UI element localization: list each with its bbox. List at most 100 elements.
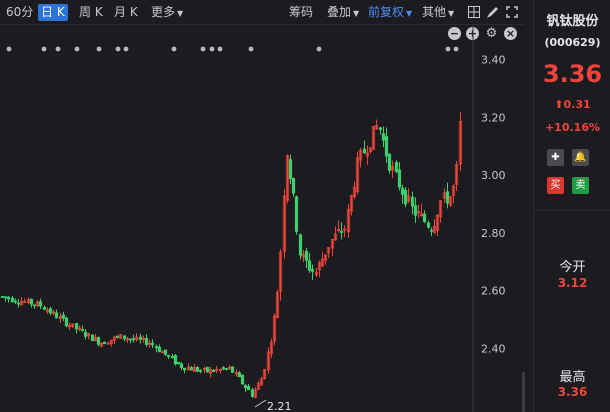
candle-down xyxy=(410,196,415,207)
candle-down xyxy=(102,341,107,345)
candle-down xyxy=(237,372,242,378)
candle-down xyxy=(339,230,344,233)
event-dot xyxy=(123,46,129,52)
other-menu[interactable]: 其他 ▼ xyxy=(419,4,457,21)
event-dot xyxy=(217,46,223,52)
candle-down xyxy=(150,342,155,346)
overlay-menu[interactable]: 叠加 ▼ xyxy=(324,4,362,21)
candle-down xyxy=(64,317,69,327)
other-label: 其他 xyxy=(422,5,447,19)
period-60min-tab[interactable]: 60分 xyxy=(3,4,36,21)
candle-down xyxy=(32,304,37,307)
stock-name: 钒钛股份 xyxy=(546,14,599,29)
candle-down xyxy=(426,222,431,228)
chevron-down-icon: ▼ xyxy=(353,9,360,18)
last-price: 3.36 xyxy=(542,60,603,88)
event-dot xyxy=(316,46,322,52)
candle-down xyxy=(170,356,175,358)
stock-code: (000629) xyxy=(544,36,601,49)
y-tick-label: 2.80 xyxy=(481,227,506,240)
candle-down xyxy=(198,369,203,372)
more-label: 更多 xyxy=(151,5,176,19)
chevron-down-icon: ▼ xyxy=(448,9,455,18)
candle-down xyxy=(13,300,18,303)
candle-down xyxy=(54,312,59,319)
candle-down xyxy=(138,336,143,340)
event-dot xyxy=(6,46,12,52)
candle-down xyxy=(403,189,408,205)
candle-down xyxy=(246,385,251,391)
overlay-label: 叠加 xyxy=(327,5,352,19)
period-month-tab[interactable]: 月 K xyxy=(111,4,141,21)
candle-down xyxy=(16,302,21,305)
candle-down xyxy=(179,363,184,369)
candle-down xyxy=(176,361,181,365)
candle-down xyxy=(413,205,418,216)
candle-down xyxy=(288,159,293,180)
candle-down xyxy=(182,367,187,371)
fullscreen-icon[interactable] xyxy=(504,4,520,20)
event-dot xyxy=(115,46,121,52)
candle-down xyxy=(144,338,149,346)
quote-sidebar: 钒钛股份 (000629) 3.36 ⬆0.31 +10.16% ✚ 🔔 买 卖… xyxy=(533,0,610,412)
candle-down xyxy=(3,296,8,299)
more-periods-menu[interactable]: 更多 ▼ xyxy=(148,4,186,21)
chart-scrollbar xyxy=(522,372,525,412)
quote-card: 钒钛股份 (000629) 3.36 ⬆0.31 +10.16% ✚ 🔔 买 卖 xyxy=(534,0,610,211)
high-label: 最高 xyxy=(559,370,586,385)
candle-down xyxy=(0,296,5,298)
candle-down xyxy=(80,329,85,331)
candle-down xyxy=(74,323,79,330)
candle-down xyxy=(384,136,389,157)
candle-down xyxy=(189,367,194,371)
candle-down xyxy=(230,366,235,373)
candle-down xyxy=(157,346,162,353)
price-change: ⬆0.31 xyxy=(534,98,610,111)
period-day-tab[interactable]: 日 K xyxy=(38,4,68,21)
event-dot xyxy=(74,46,80,52)
candle-down xyxy=(90,334,95,342)
candle-down xyxy=(131,338,136,341)
chips-button[interactable]: 筹码 xyxy=(286,4,316,21)
candle-down xyxy=(362,148,367,154)
candle-down xyxy=(378,127,383,130)
buy-button[interactable]: 买 xyxy=(547,177,564,194)
candle-down xyxy=(122,335,127,340)
candlestick-chart[interactable]: 3.40 3.20 3.00 2.80 2.60 2.40 2.21 xyxy=(0,25,525,412)
candle-down xyxy=(304,250,309,261)
event-dot xyxy=(55,46,61,52)
candle-down xyxy=(42,307,47,310)
sell-button[interactable]: 卖 xyxy=(572,177,589,194)
candle-down xyxy=(291,178,296,194)
candle-down xyxy=(173,355,178,365)
candle-down xyxy=(195,367,200,372)
add-watchlist-icon[interactable]: ✚ xyxy=(547,149,564,166)
candle-down xyxy=(29,298,34,305)
price-change-percent: +10.16% xyxy=(544,121,601,134)
event-dot xyxy=(445,46,451,52)
draw-pen-icon[interactable] xyxy=(484,4,500,20)
candle-down xyxy=(211,370,216,372)
chevron-down-icon: ▼ xyxy=(406,9,413,18)
candle-down xyxy=(115,335,120,338)
candle-down xyxy=(243,385,248,388)
candle-down xyxy=(205,366,210,373)
candle-down xyxy=(394,162,399,172)
candle-down xyxy=(397,169,402,188)
grid-icon[interactable] xyxy=(466,4,482,20)
alert-bell-icon[interactable]: 🔔 xyxy=(572,149,589,166)
candle-down xyxy=(387,153,392,171)
adjust-label: 前复权 xyxy=(368,5,405,19)
candle-down xyxy=(10,297,15,303)
open-label: 今开 xyxy=(559,260,586,275)
y-tick-label: 2.40 xyxy=(481,342,506,355)
adjust-menu[interactable]: 前复权 ▼ xyxy=(365,4,415,21)
y-tick-label: 3.00 xyxy=(481,169,506,182)
event-dot xyxy=(200,46,206,52)
open-value: 3.12 xyxy=(557,276,588,290)
period-week-tab[interactable]: 周 K xyxy=(76,4,106,21)
candle-down xyxy=(96,337,101,345)
candle-down xyxy=(224,368,229,371)
candle-down xyxy=(61,314,66,319)
candle-down xyxy=(154,346,159,349)
